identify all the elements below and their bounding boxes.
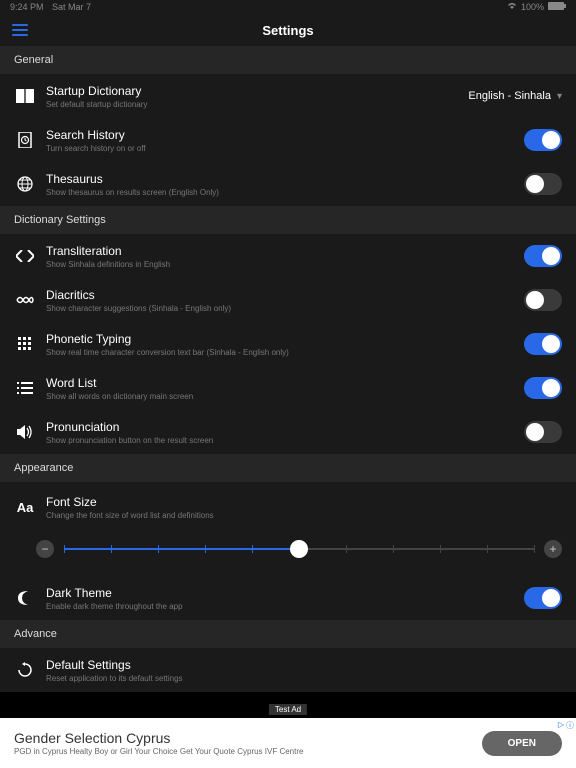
menu-button[interactable]: [12, 24, 28, 36]
toggle-pronunciation[interactable]: [524, 421, 562, 443]
row-font-size: Aa Font Size Change the font size of wor…: [0, 482, 576, 526]
ad-open-button[interactable]: OPEN: [482, 731, 562, 756]
status-left: 9:24 PM Sat Mar 7: [10, 2, 91, 12]
row-desc: Show all words on dictionary main screen: [46, 392, 524, 401]
history-icon: [14, 129, 36, 151]
row-title: Search History: [46, 128, 524, 142]
row-desc: Show thesaurus on results screen (Englis…: [46, 188, 524, 197]
increase-button[interactable]: +: [544, 540, 562, 558]
row-title: Pronunciation: [46, 420, 524, 434]
font-size-slider-row: − +: [0, 526, 576, 576]
row-dark-theme: Dark Theme Enable dark theme throughout …: [0, 576, 576, 620]
chevron-down-icon: ▾: [557, 91, 562, 102]
page-title: Settings: [262, 23, 313, 38]
row-title: Phonetic Typing: [46, 332, 524, 346]
status-time: 9:24 PM: [10, 2, 44, 12]
toggle-wordlist[interactable]: [524, 377, 562, 399]
ad-title: Gender Selection Cyprus: [14, 730, 482, 746]
row-title: Word List: [46, 376, 524, 390]
row-word-list: Word List Show all words on dictionary m…: [0, 366, 576, 410]
book-icon: [14, 85, 36, 107]
row-text: Startup Dictionary Set default startup d…: [46, 84, 468, 109]
section-dictionary: Dictionary Settings: [0, 206, 576, 234]
code-icon: [14, 245, 36, 267]
toggle-phonetic[interactable]: [524, 333, 562, 355]
status-date: Sat Mar 7: [52, 2, 91, 12]
reset-icon: [14, 659, 36, 681]
ad-desc: PGD in Cyprus Healty Boy or Girl Your Ch…: [14, 747, 482, 756]
globe-icon: [14, 173, 36, 195]
row-search-history: Search History Turn search history on or…: [0, 118, 576, 162]
row-title: Transliteration: [46, 244, 524, 258]
row-title: Startup Dictionary: [46, 84, 468, 98]
toggle-dark-theme[interactable]: [524, 587, 562, 609]
row-transliteration: Transliteration Show Sinhala definitions…: [0, 234, 576, 278]
row-desc: Turn search history on or off: [46, 144, 524, 153]
row-desc: Show pronunciation button on the result …: [46, 436, 524, 445]
battery-pct: 100%: [521, 2, 544, 12]
row-title: Dark Theme: [46, 586, 524, 600]
row-title: Thesaurus: [46, 172, 524, 186]
settings-content: General Startup Dictionary Set default s…: [0, 46, 576, 692]
wifi-icon: [507, 2, 517, 12]
row-text: Transliteration Show Sinhala definitions…: [46, 244, 524, 269]
row-desc: Show Sinhala definitions in English: [46, 260, 524, 269]
ad-close-icon[interactable]: ⓘ: [566, 720, 574, 731]
row-default-settings[interactable]: Default Settings Reset application to it…: [0, 648, 576, 692]
row-desc: Reset application to its default setting…: [46, 674, 562, 683]
ad-text: Gender Selection Cyprus PGD in Cyprus He…: [14, 730, 482, 756]
list-icon: [14, 377, 36, 399]
row-text: Dark Theme Enable dark theme throughout …: [46, 586, 524, 611]
row-diacritics: Diacritics Show character suggestions (S…: [0, 278, 576, 322]
status-right: 100%: [507, 2, 566, 12]
ad-info-icons[interactable]: ▷ ⓘ: [558, 720, 574, 731]
font-size-slider[interactable]: [64, 548, 534, 550]
toggle-transliteration[interactable]: [524, 245, 562, 267]
row-text: Diacritics Show character suggestions (S…: [46, 288, 524, 313]
row-phonetic-typing: Phonetic Typing Show real time character…: [0, 322, 576, 366]
section-appearance: Appearance: [0, 454, 576, 482]
header: Settings: [0, 14, 576, 46]
row-text: Word List Show all words on dictionary m…: [46, 376, 524, 401]
row-desc: Show real time character conversion text…: [46, 348, 524, 357]
row-text: Search History Turn search history on or…: [46, 128, 524, 153]
row-text: Font Size Change the font size of word l…: [46, 495, 562, 520]
toggle-thesaurus[interactable]: [524, 173, 562, 195]
row-text: Default Settings Reset application to it…: [46, 658, 562, 683]
row-title: Default Settings: [46, 658, 562, 672]
section-general: General: [0, 46, 576, 74]
battery-icon: [548, 2, 566, 12]
toggle-search-history[interactable]: [524, 129, 562, 151]
decrease-button[interactable]: −: [36, 540, 54, 558]
ad-banner[interactable]: Test Ad ▷ ⓘ Gender Selection Cyprus PGD …: [0, 718, 576, 768]
row-text: Thesaurus Show thesaurus on results scre…: [46, 172, 524, 197]
section-advance: Advance: [0, 620, 576, 648]
ad-choices-icon[interactable]: ▷: [558, 720, 564, 731]
row-desc: Change the font size of word list and de…: [46, 511, 562, 520]
row-thesaurus: Thesaurus Show thesaurus on results scre…: [0, 162, 576, 206]
row-desc: Show character suggestions (Sinhala - En…: [46, 304, 524, 313]
row-startup-dictionary[interactable]: Startup Dictionary Set default startup d…: [0, 74, 576, 118]
fontsize-icon: Aa: [14, 496, 36, 518]
ad-label: Test Ad: [269, 704, 307, 715]
moon-icon: [14, 587, 36, 609]
dropdown[interactable]: English - Sinhala ▾: [468, 90, 562, 102]
row-text: Phonetic Typing Show real time character…: [46, 332, 524, 357]
infinity-icon: [14, 289, 36, 311]
row-title: Diacritics: [46, 288, 524, 302]
speaker-icon: [14, 421, 36, 443]
slider-thumb[interactable]: [290, 540, 308, 558]
row-desc: Enable dark theme throughout the app: [46, 602, 524, 611]
row-title: Font Size: [46, 495, 562, 509]
row-text: Pronunciation Show pronunciation button …: [46, 420, 524, 445]
status-bar: 9:24 PM Sat Mar 7 100%: [0, 0, 576, 14]
keypad-icon: [14, 333, 36, 355]
row-desc: Set default startup dictionary: [46, 100, 468, 109]
dropdown-value: English - Sinhala: [468, 90, 551, 102]
row-pronunciation: Pronunciation Show pronunciation button …: [0, 410, 576, 454]
toggle-diacritics[interactable]: [524, 289, 562, 311]
